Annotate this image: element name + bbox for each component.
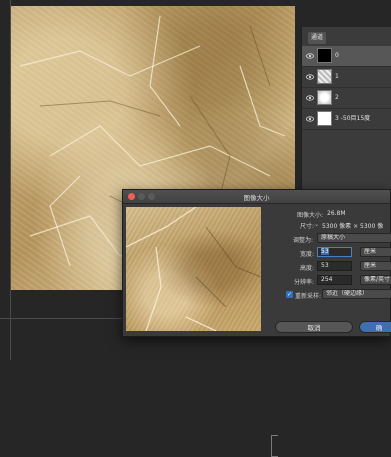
layer-row[interactable]: 1 bbox=[302, 67, 391, 88]
resample-method-select[interactable]: 邻近（硬边缘） bbox=[322, 289, 391, 299]
eye-icon[interactable] bbox=[306, 94, 314, 102]
height-label: 高度: bbox=[300, 265, 315, 272]
image-size-value: 26.8M bbox=[327, 210, 346, 217]
resolution-unit-select[interactable]: 像素/英寸 bbox=[360, 275, 391, 285]
height-unit-select[interactable]: 厘米 bbox=[360, 261, 391, 271]
layer-name: 2 bbox=[335, 94, 339, 101]
layer-thumbnail bbox=[317, 90, 332, 105]
layer-name: 3 -50目15度 bbox=[335, 115, 371, 122]
fit-to-select[interactable]: 原稿大小 bbox=[317, 233, 391, 243]
eye-icon[interactable] bbox=[306, 52, 314, 60]
resample-label: 重新采样: bbox=[295, 293, 322, 300]
image-size-label: 图像大小: bbox=[297, 212, 324, 219]
chevron-down-icon[interactable]: ⌄ bbox=[314, 221, 319, 228]
image-preview[interactable] bbox=[125, 206, 262, 332]
dialog-title: 图像大小 bbox=[243, 194, 270, 202]
preview-texture bbox=[125, 206, 262, 332]
guide-vertical bbox=[10, 0, 11, 360]
cancel-button[interactable]: 取消 bbox=[275, 321, 353, 333]
layer-thumbnail bbox=[317, 48, 332, 63]
layer-name: 1 bbox=[335, 73, 339, 80]
width-input[interactable]: 53 bbox=[317, 247, 352, 257]
width-unit-select[interactable]: 厘米 bbox=[360, 247, 391, 257]
tab-channels[interactable]: 通道 bbox=[308, 32, 327, 44]
image-size-dialog: 图像大小 图像大小: 26.8M 尺寸: ⌄ 5300 像素 × 5300 像 … bbox=[122, 189, 391, 457]
layer-row[interactable]: 3 -50目15度 bbox=[302, 109, 391, 130]
layer-thumbnail bbox=[317, 69, 332, 84]
ok-button[interactable]: 确 bbox=[359, 321, 391, 333]
dialog-titlebar[interactable]: 图像大小 bbox=[123, 190, 390, 204]
width-value: 53 bbox=[321, 248, 329, 255]
eye-icon[interactable] bbox=[306, 115, 314, 123]
resolution-label: 分辨率: bbox=[294, 279, 315, 286]
layer-row[interactable]: 2 bbox=[302, 88, 391, 109]
eye-icon[interactable] bbox=[306, 73, 314, 81]
resolution-input[interactable]: 254 bbox=[317, 275, 352, 285]
guide-horizontal bbox=[0, 318, 122, 319]
dimensions-label: 尺寸: bbox=[300, 223, 315, 230]
resample-checkbox[interactable]: ✓ bbox=[286, 291, 293, 298]
constrain-proportions-link[interactable] bbox=[271, 435, 278, 457]
fit-to-label: 调整为: bbox=[293, 237, 314, 244]
dimensions-value: 5300 像素 × 5300 像 bbox=[322, 223, 384, 230]
height-input[interactable]: 53 bbox=[317, 261, 352, 271]
layer-thumbnail bbox=[317, 111, 332, 126]
layer-row[interactable]: 0 bbox=[302, 46, 391, 67]
layer-name: 0 bbox=[335, 52, 339, 59]
width-label: 宽度: bbox=[300, 251, 315, 258]
